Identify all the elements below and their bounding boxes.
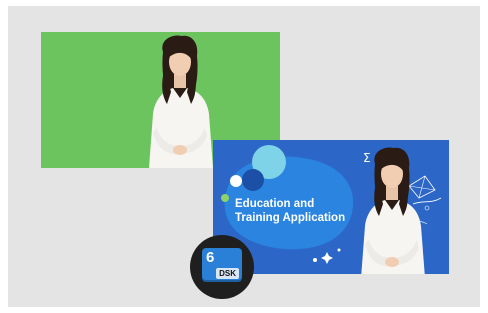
- dsk-key-icon: 6 DSK: [202, 248, 242, 282]
- dsk-label: DSK: [216, 268, 239, 279]
- dsk-number: 6: [206, 249, 215, 266]
- dsk-badge: 6 DSK: [190, 235, 254, 299]
- presenter-figure-keyed: [361, 147, 425, 274]
